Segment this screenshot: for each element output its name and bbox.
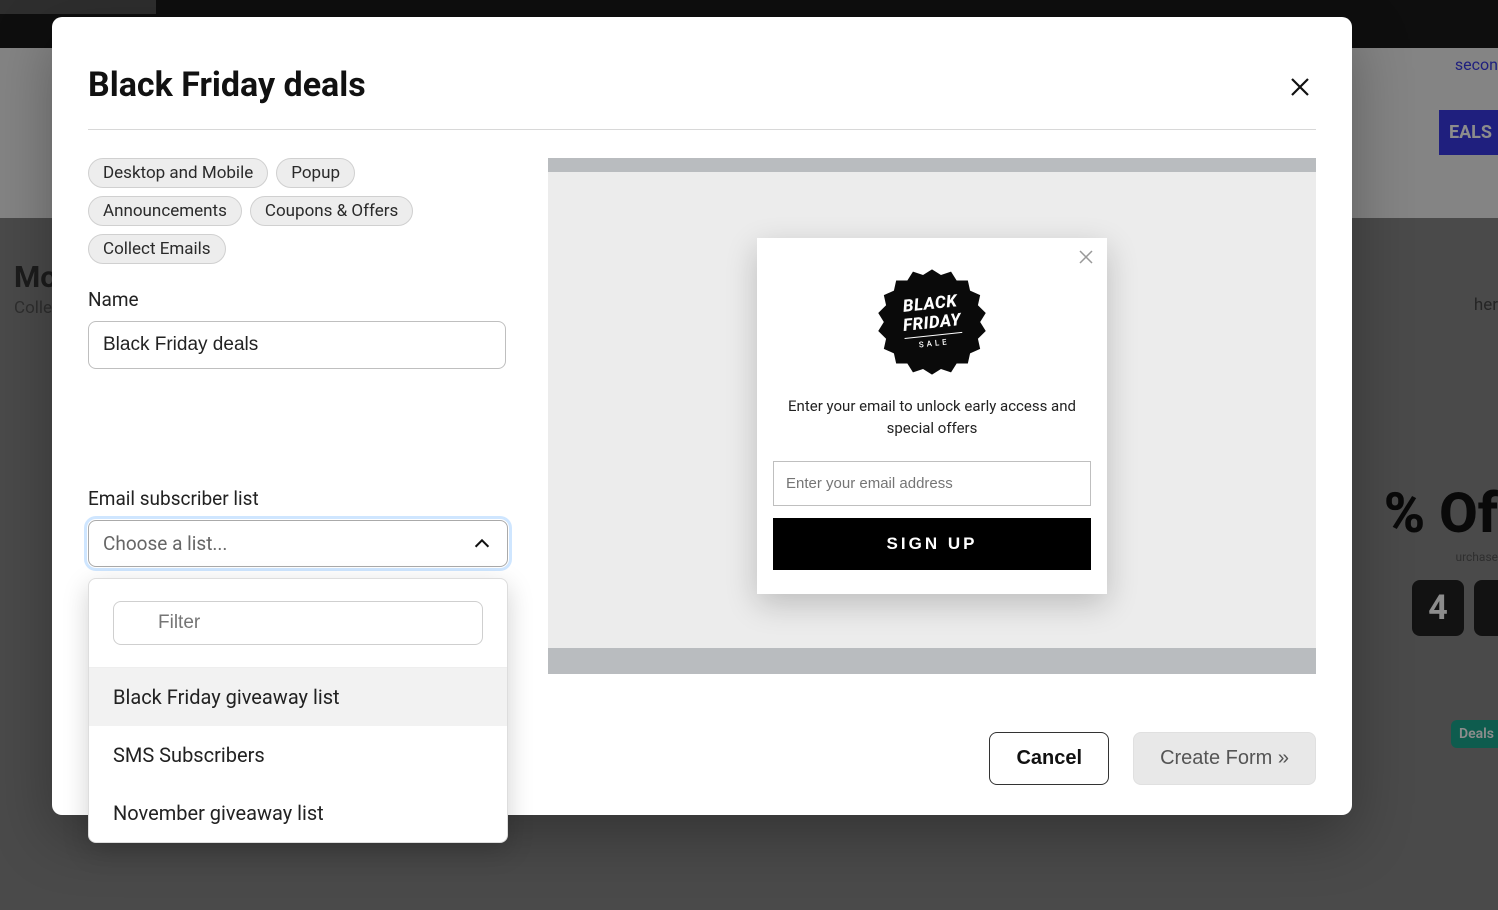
close-icon: [1288, 75, 1312, 99]
tag-desktop-mobile[interactable]: Desktop and Mobile: [88, 158, 268, 188]
badge-line2: FRIDAY: [902, 312, 962, 339]
email-list-select: Choose a list... Black Friday giveaway l…: [88, 520, 506, 567]
popup-email-input[interactable]: [773, 461, 1091, 506]
email-list-select-button[interactable]: Choose a list...: [88, 520, 508, 567]
modal-title: Black Friday deals: [88, 65, 1316, 105]
tag-coupons-offers[interactable]: Coupons & Offers: [250, 196, 413, 226]
popup-preview: BLACK FRIDAY SALE Enter your email to un…: [757, 238, 1107, 595]
dropdown-option-sms[interactable]: SMS Subscribers: [89, 726, 507, 784]
dropdown-filter-input[interactable]: [113, 601, 483, 645]
cancel-button[interactable]: Cancel: [989, 732, 1109, 785]
select-placeholder: Choose a list...: [103, 532, 227, 555]
email-list-dropdown: Black Friday giveaway list SMS Subscribe…: [88, 578, 508, 843]
badge-line3: SALE: [918, 337, 950, 349]
modal-body: Desktop and Mobile Popup Announcements C…: [88, 158, 1316, 674]
tag-announcements[interactable]: Announcements: [88, 196, 242, 226]
popup-description: Enter your email to unlock early access …: [773, 396, 1091, 462]
modal-actions: Cancel Create Form »: [989, 732, 1316, 785]
tag-list: Desktop and Mobile Popup Announcements C…: [88, 158, 506, 264]
tag-popup[interactable]: Popup: [276, 158, 355, 188]
popup-signup-button[interactable]: SIGN UP: [773, 518, 1091, 570]
name-input[interactable]: [88, 321, 506, 369]
modal-divider: [88, 129, 1316, 130]
chevron-up-icon: [471, 533, 493, 555]
dropdown-option-november[interactable]: November giveaway list: [89, 784, 507, 842]
dropdown-filter-wrap: [89, 579, 507, 668]
tag-collect-emails[interactable]: Collect Emails: [88, 234, 226, 264]
preview-area: BLACK FRIDAY SALE Enter your email to un…: [548, 158, 1316, 674]
create-form-modal: Black Friday deals Desktop and Mobile Po…: [52, 17, 1352, 815]
close-button[interactable]: [1284, 71, 1316, 103]
name-label: Name: [88, 288, 506, 311]
create-form-button[interactable]: Create Form »: [1133, 732, 1316, 785]
email-list-label: Email subscriber list: [88, 487, 506, 510]
popup-close-icon: [1077, 248, 1095, 266]
dropdown-option-black-friday[interactable]: Black Friday giveaway list: [89, 668, 507, 726]
form-left-column: Desktop and Mobile Popup Announcements C…: [88, 158, 506, 674]
black-friday-badge: BLACK FRIDAY SALE: [876, 266, 988, 378]
